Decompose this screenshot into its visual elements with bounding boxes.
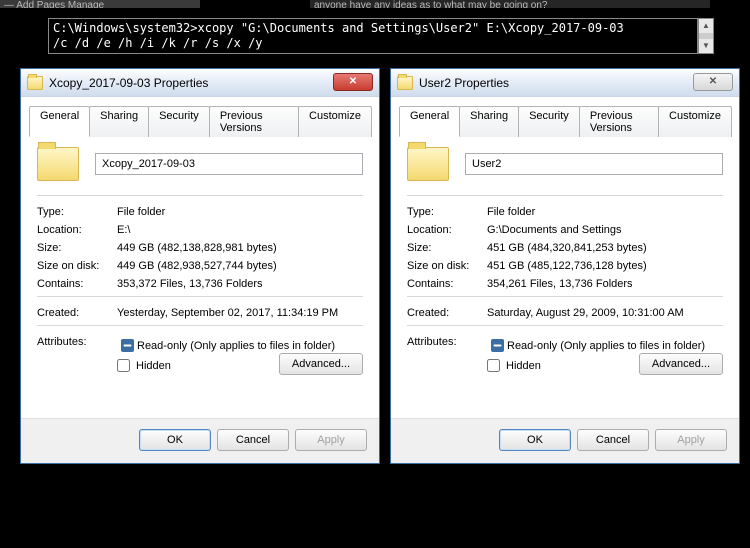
location-value: E:\ (117, 224, 363, 236)
created-label: Created: (407, 307, 487, 319)
readonly-checkbox[interactable] (121, 339, 134, 352)
tab-previous-versions[interactable]: Previous Versions (579, 106, 659, 137)
type-label: Type: (37, 206, 117, 218)
tab-security[interactable]: Security (518, 106, 580, 137)
apply-button[interactable]: Apply (655, 429, 727, 451)
properties-dialog-xcopy: Xcopy_2017-09-03 Properties ✕ General Sh… (20, 68, 380, 464)
type-value: File folder (117, 206, 363, 218)
sod-label: Size on disk: (37, 260, 117, 272)
contains-label: Contains: (407, 278, 487, 290)
size-label: Size: (407, 242, 487, 254)
folder-icon (27, 76, 43, 90)
close-button[interactable]: ✕ (693, 73, 733, 91)
advanced-button[interactable]: Advanced... (639, 353, 723, 375)
close-button[interactable]: ✕ (333, 73, 373, 91)
tab-strip: General Sharing Security Previous Versio… (29, 105, 371, 137)
attributes-label: Attributes: (407, 336, 487, 355)
tab-general[interactable]: General (29, 106, 90, 137)
folder-large-icon (37, 147, 79, 181)
tab-customize[interactable]: Customize (298, 106, 372, 137)
hidden-label[interactable]: Hidden (136, 360, 171, 372)
hidden-label[interactable]: Hidden (506, 360, 541, 372)
readonly-label[interactable]: Read-only (Only applies to files in fold… (507, 340, 705, 352)
bg-toolbar-left: — Add Pages Manage (0, 0, 200, 8)
location-label: Location: (407, 224, 487, 236)
contains-value: 354,261 Files, 13,736 Folders (487, 278, 723, 290)
advanced-button[interactable]: Advanced... (279, 353, 363, 375)
cancel-button[interactable]: Cancel (217, 429, 289, 451)
window-title: User2 Properties (419, 76, 509, 90)
location-value: G:\Documents and Settings (487, 224, 723, 236)
contains-label: Contains: (37, 278, 117, 290)
scroll-up-icon[interactable]: ▲ (699, 19, 713, 33)
tab-general[interactable]: General (399, 106, 460, 137)
created-value: Saturday, August 29, 2009, 10:31:00 AM (487, 307, 723, 319)
titlebar[interactable]: Xcopy_2017-09-03 Properties ✕ (21, 69, 379, 97)
size-value: 449 GB (482,138,828,981 bytes) (117, 242, 363, 254)
folder-large-icon (407, 147, 449, 181)
tab-strip: General Sharing Security Previous Versio… (399, 105, 731, 137)
folder-icon (397, 76, 413, 90)
scroll-down-icon[interactable]: ▼ (699, 39, 713, 53)
tab-sharing[interactable]: Sharing (459, 106, 519, 137)
ok-button[interactable]: OK (499, 429, 571, 451)
size-label: Size: (37, 242, 117, 254)
command-prompt[interactable]: C:\Windows\system32>xcopy "G:\Documents … (48, 18, 698, 54)
properties-dialog-user2: User2 Properties ✕ General Sharing Secur… (390, 68, 740, 464)
tab-security[interactable]: Security (148, 106, 210, 137)
folder-name-input[interactable] (95, 153, 363, 175)
hidden-checkbox[interactable] (487, 359, 500, 372)
cmd-scrollbar[interactable]: ▲ ▼ (698, 18, 714, 54)
sod-value: 449 GB (482,938,527,744 bytes) (117, 260, 363, 272)
readonly-checkbox[interactable] (491, 339, 504, 352)
apply-button[interactable]: Apply (295, 429, 367, 451)
location-label: Location: (37, 224, 117, 236)
created-value: Yesterday, September 02, 2017, 11:34:19 … (117, 307, 363, 319)
tab-previous-versions[interactable]: Previous Versions (209, 106, 299, 137)
sod-label: Size on disk: (407, 260, 487, 272)
contains-value: 353,372 Files, 13,736 Folders (117, 278, 363, 290)
attributes-label: Attributes: (37, 336, 117, 355)
tab-customize[interactable]: Customize (658, 106, 732, 137)
sod-value: 451 GB (485,122,736,128 bytes) (487, 260, 723, 272)
size-value: 451 GB (484,320,841,253 bytes) (487, 242, 723, 254)
ok-button[interactable]: OK (139, 429, 211, 451)
type-value: File folder (487, 206, 723, 218)
hidden-checkbox[interactable] (117, 359, 130, 372)
window-title: Xcopy_2017-09-03 Properties (49, 76, 208, 90)
type-label: Type: (407, 206, 487, 218)
folder-name-input[interactable] (465, 153, 723, 175)
cancel-button[interactable]: Cancel (577, 429, 649, 451)
bg-text-right: anyone have any ideas as to what may be … (310, 0, 710, 8)
readonly-label[interactable]: Read-only (Only applies to files in fold… (137, 340, 335, 352)
created-label: Created: (37, 307, 117, 319)
titlebar[interactable]: User2 Properties ✕ (391, 69, 739, 97)
tab-sharing[interactable]: Sharing (89, 106, 149, 137)
